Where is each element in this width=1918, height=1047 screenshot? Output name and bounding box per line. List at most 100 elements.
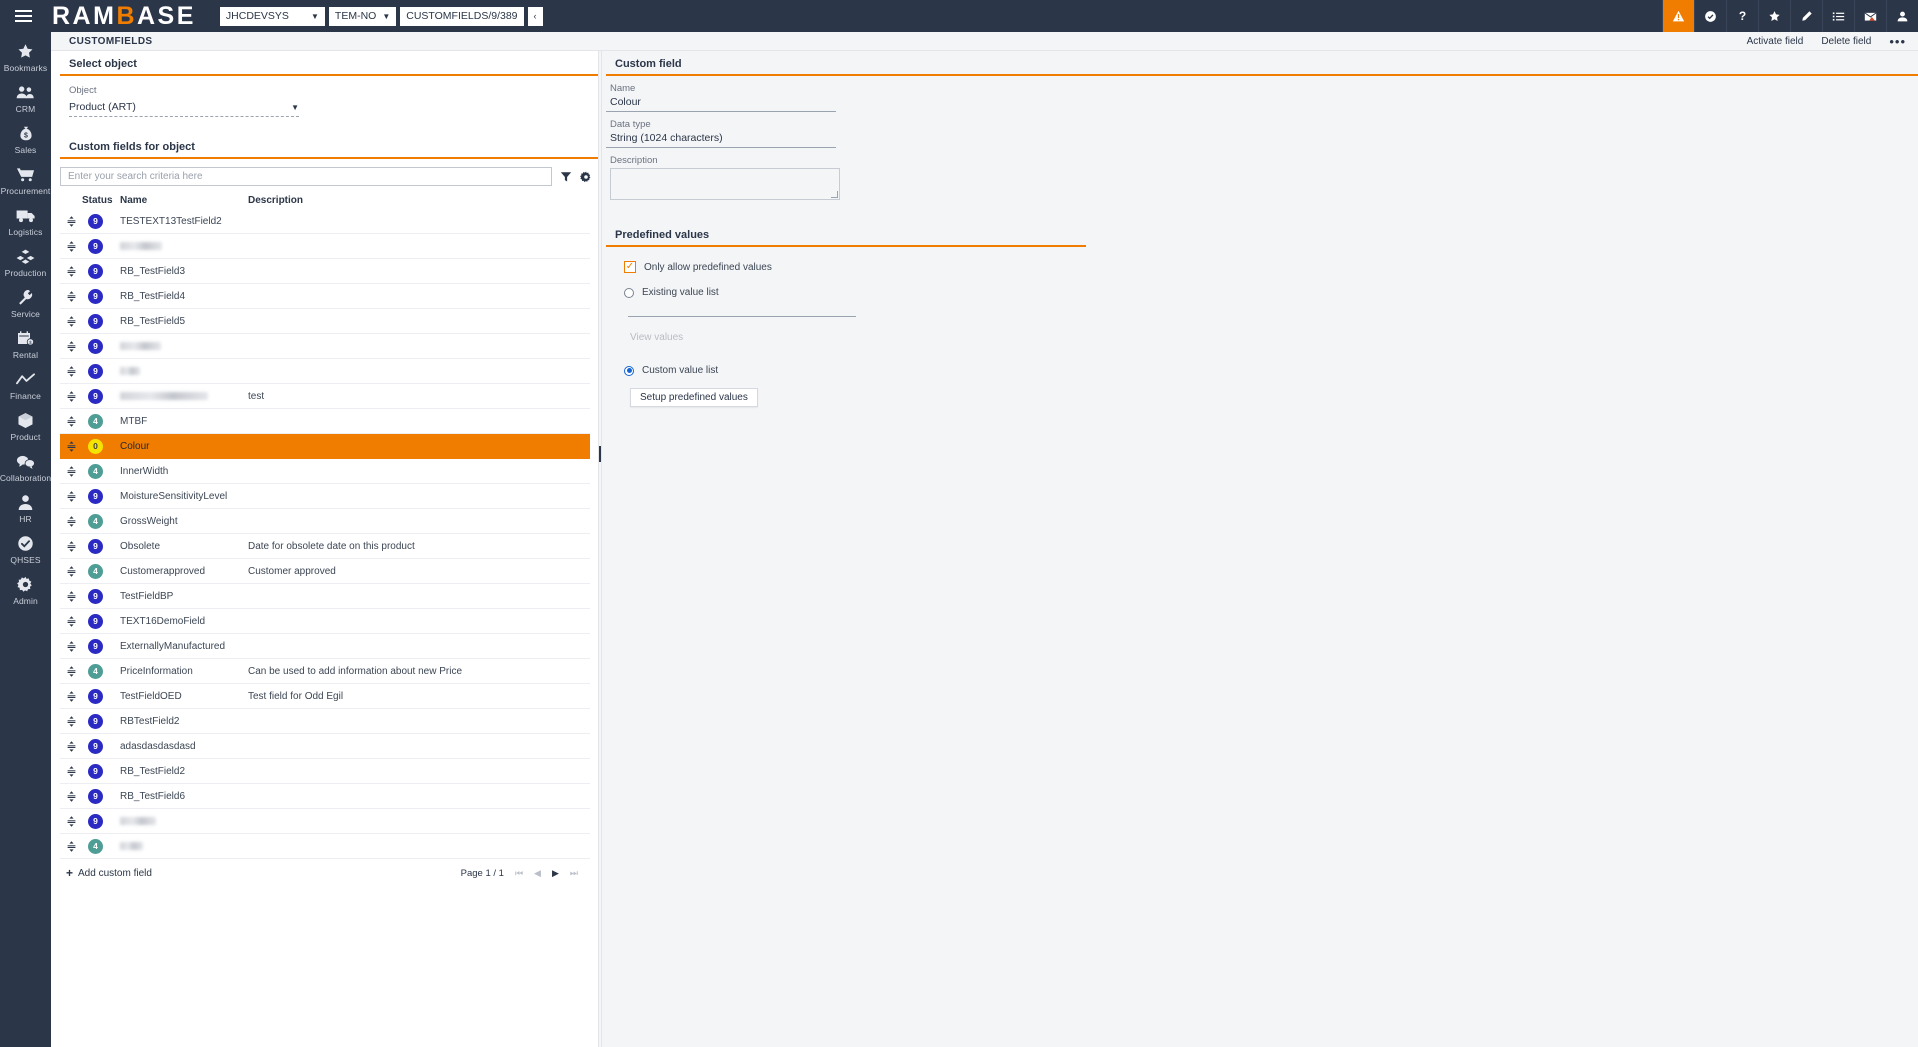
setup-predefined-values-button[interactable]: Setup predefined values (630, 388, 758, 407)
sidebar-item-sales[interactable]: $ Sales (0, 118, 51, 159)
table-row[interactable]: 9 (60, 334, 590, 359)
only-allow-predefined-checkbox[interactable]: ✓ (624, 261, 636, 273)
delete-field-button[interactable]: Delete field (1821, 36, 1871, 47)
drag-handle-icon[interactable] (60, 316, 82, 327)
table-row[interactable]: 9 (60, 359, 590, 384)
system-select[interactable]: JHCDEVSYS ▼ (220, 7, 325, 26)
drag-handle-icon[interactable] (60, 816, 82, 827)
table-row[interactable]: 4InnerWidth (60, 459, 590, 484)
warning-icon[interactable] (1662, 0, 1694, 32)
table-row[interactable]: 9RB_TestField3 (60, 259, 590, 284)
table-row[interactable]: 9RB_TestField2 (60, 759, 590, 784)
sidebar-item-production[interactable]: Production (0, 241, 51, 282)
sidebar-item-admin[interactable]: Admin (0, 569, 51, 610)
table-row[interactable]: 9ObsoleteDate for obsolete date on this … (60, 534, 590, 559)
hamburger-menu-icon[interactable] (0, 0, 46, 32)
resize-handle-icon[interactable] (831, 191, 838, 198)
sidebar-item-qhses[interactable]: QHSES (0, 528, 51, 569)
drag-handle-icon[interactable] (60, 466, 82, 477)
sidebar-item-finance[interactable]: Finance (0, 364, 51, 405)
drag-handle-icon[interactable] (60, 841, 82, 852)
collapse-context-button[interactable]: ‹ (528, 7, 543, 26)
sidebar-item-rental[interactable]: $ Rental (0, 323, 51, 364)
table-row[interactable]: 9RB_TestField4 (60, 284, 590, 309)
table-row[interactable]: 4PriceInformationCan be used to add info… (60, 659, 590, 684)
table-row[interactable]: 9TestFieldOEDTest field for Odd Egil (60, 684, 590, 709)
filter-icon[interactable] (560, 171, 572, 183)
drag-handle-icon[interactable] (60, 366, 82, 377)
table-row[interactable]: 9TEXT16DemoField (60, 609, 590, 634)
only-allow-predefined-checkbox-row[interactable]: ✓ Only allow predefined values (624, 261, 1918, 273)
activate-field-button[interactable]: Activate field (1747, 36, 1804, 47)
drag-handle-icon[interactable] (60, 391, 82, 402)
next-page-button[interactable]: ▶ (552, 868, 559, 879)
table-row[interactable]: 9 (60, 234, 590, 259)
drag-handle-icon[interactable] (60, 791, 82, 802)
add-custom-field-button[interactable]: + Add custom field (60, 866, 152, 880)
context-chip[interactable]: CUSTOMFIELDS/9/389 (400, 7, 523, 26)
user-icon[interactable] (1886, 0, 1918, 32)
sidebar-item-logistics[interactable]: Logistics (0, 200, 51, 241)
first-page-button[interactable]: ⏮ (515, 868, 523, 879)
drag-handle-icon[interactable] (60, 566, 82, 577)
custom-value-list-radio-row[interactable]: Custom value list (624, 365, 1918, 376)
drag-handle-icon[interactable] (60, 441, 82, 452)
table-row[interactable]: 9adasdasdasdasd (60, 734, 590, 759)
drag-handle-icon[interactable] (60, 741, 82, 752)
drag-handle-icon[interactable] (60, 641, 82, 652)
list-icon[interactable] (1822, 0, 1854, 32)
existing-value-list-radio-row[interactable]: Existing value list (624, 287, 1918, 298)
existing-value-list-input[interactable] (628, 316, 856, 317)
drag-handle-icon[interactable] (60, 516, 82, 527)
drag-handle-icon[interactable] (60, 216, 82, 227)
table-row[interactable]: 9RBTestField2 (60, 709, 590, 734)
star-icon[interactable] (1758, 0, 1790, 32)
drag-handle-icon[interactable] (60, 491, 82, 502)
sidebar-item-procurement[interactable]: Procurement (0, 159, 51, 200)
table-row[interactable]: 0Colour (60, 434, 590, 459)
search-input[interactable]: Enter your search criteria here (60, 167, 552, 186)
clock-check-icon[interactable] (1694, 0, 1726, 32)
table-row[interactable]: 4CustomerapprovedCustomer approved (60, 559, 590, 584)
table-row[interactable]: 9test (60, 384, 590, 409)
sidebar-item-hr[interactable]: HR (0, 487, 51, 528)
sidebar-item-service[interactable]: Service (0, 282, 51, 323)
object-select[interactable]: Product (ART) ▼ (69, 98, 299, 117)
drag-handle-icon[interactable] (60, 766, 82, 777)
table-row[interactable]: 9 (60, 809, 590, 834)
drag-handle-icon[interactable] (60, 241, 82, 252)
table-row[interactable]: 9TESTEXT13TestField2 (60, 209, 590, 234)
sidebar-item-bookmarks[interactable]: Bookmarks (0, 36, 51, 77)
gear-icon[interactable] (580, 171, 592, 183)
datatype-field[interactable]: String (1024 characters) (606, 130, 836, 148)
table-row[interactable]: 4MTBF (60, 409, 590, 434)
drag-handle-icon[interactable] (60, 541, 82, 552)
pencil-icon[interactable] (1790, 0, 1822, 32)
sidebar-item-product[interactable]: Product (0, 405, 51, 446)
locale-select[interactable]: TEM-NO ▼ (329, 7, 396, 26)
table-row[interactable]: 9TestFieldBP (60, 584, 590, 609)
drag-handle-icon[interactable] (60, 591, 82, 602)
table-row[interactable]: 9RB_TestField6 (60, 784, 590, 809)
table-row[interactable]: 9ExternallyManufactured (60, 634, 590, 659)
drag-handle-icon[interactable] (60, 666, 82, 677)
prev-page-button[interactable]: ◀ (534, 868, 541, 879)
sidebar-item-collaboration[interactable]: Collaboration (0, 446, 51, 487)
mail-icon[interactable] (1854, 0, 1886, 32)
more-options-icon[interactable]: ••• (1889, 34, 1906, 49)
drag-handle-icon[interactable] (60, 616, 82, 627)
name-field[interactable]: Colour (606, 94, 836, 112)
table-row[interactable]: 9MoistureSensitivityLevel (60, 484, 590, 509)
drag-handle-icon[interactable] (60, 291, 82, 302)
custom-value-list-radio[interactable] (624, 366, 634, 376)
table-row[interactable]: 4GrossWeight (60, 509, 590, 534)
table-row[interactable]: 9RB_TestField5 (60, 309, 590, 334)
description-textarea[interactable] (610, 168, 840, 200)
drag-handle-icon[interactable] (60, 716, 82, 727)
help-icon[interactable]: ? (1726, 0, 1758, 32)
drag-handle-icon[interactable] (60, 691, 82, 702)
sidebar-item-crm[interactable]: CRM (0, 77, 51, 118)
view-values-link[interactable]: View values (630, 332, 1918, 343)
last-page-button[interactable]: ⏭ (570, 868, 578, 879)
drag-handle-icon[interactable] (60, 341, 82, 352)
